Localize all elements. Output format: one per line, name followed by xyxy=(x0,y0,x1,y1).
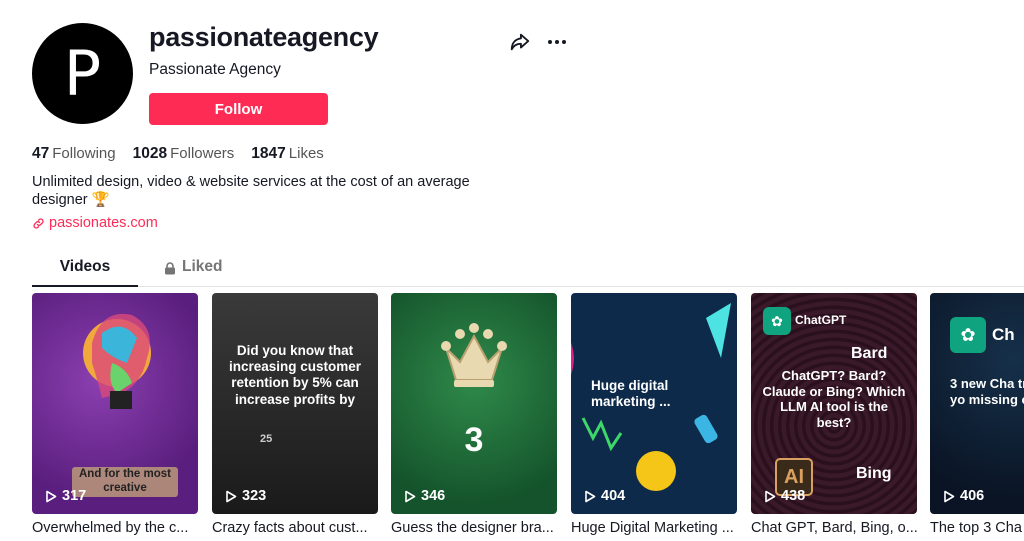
bard-label: Bard xyxy=(851,345,888,362)
profile-nickname: Passionate Agency xyxy=(149,61,281,78)
video-thumbnail[interactable]: And for the most creative 317 xyxy=(32,293,198,514)
profile-tabs: Videos Liked xyxy=(32,258,1024,287)
view-count: 404 xyxy=(584,488,625,504)
more-options-icon[interactable] xyxy=(546,31,568,53)
view-count: 346 xyxy=(404,488,445,504)
play-icon xyxy=(226,490,237,502)
profile-link-text: passionates.com xyxy=(49,215,158,231)
play-icon xyxy=(46,490,57,502)
likes-label: Likes xyxy=(288,145,324,162)
video-card[interactable]: ✿ Ch 3 new Cha tricks yo missing o 406 T… xyxy=(930,293,1024,536)
likes-count: 1847 xyxy=(251,145,286,162)
view-count: 323 xyxy=(225,488,266,504)
tab-liked-label: Liked xyxy=(182,258,223,275)
view-count-value: 346 xyxy=(421,488,446,504)
video-card[interactable]: Huge digital marketing ... 404 Huge Digi… xyxy=(571,293,737,536)
play-icon xyxy=(765,490,776,502)
following-count: 47 xyxy=(32,145,50,162)
avatar-letter: P xyxy=(63,36,102,110)
video-caption[interactable]: Huge Digital Marketing ... xyxy=(571,520,737,536)
profile-link[interactable]: passionates.com xyxy=(32,215,158,231)
chatgpt-label: Ch xyxy=(992,325,1015,344)
play-icon xyxy=(585,490,596,502)
chatgpt-logo-icon: ✿ xyxy=(950,317,986,353)
chatgpt-label: ChatGPT xyxy=(795,313,847,327)
video-caption[interactable]: Chat GPT, Bard, Bing, o... xyxy=(751,520,917,536)
video-overlay-text: Huge digital marketing ... xyxy=(591,378,671,410)
bing-label: Bing xyxy=(856,465,892,482)
video-card[interactable]: 3 346 Guess the designer bra... xyxy=(391,293,557,536)
colorful-head-illustration xyxy=(83,313,151,409)
crown-icon xyxy=(441,323,507,387)
video-caption[interactable]: Crazy facts about cust... xyxy=(212,520,378,536)
view-count-value: 406 xyxy=(960,488,985,504)
profile-avatar: P xyxy=(32,23,133,124)
view-count-value: 323 xyxy=(242,488,267,504)
view-count-value: 404 xyxy=(601,488,626,504)
video-thumbnail[interactable]: Did you know that increasing customer re… xyxy=(212,293,378,514)
video-card[interactable]: And for the most creative 317 Overwhelme… xyxy=(32,293,198,536)
profile-username: passionateagency xyxy=(149,22,379,52)
video-thumbnail[interactable]: ✿ ChatGPT Bard ChatGPT? Bard? Claude or … xyxy=(751,293,917,514)
following-label: Following xyxy=(52,145,116,162)
tab-liked[interactable]: Liked xyxy=(164,258,234,287)
lock-icon xyxy=(165,262,175,275)
video-overlay-text: 3 new Cha tricks yo missing o xyxy=(950,376,1024,407)
following-stat[interactable]: 47 Following xyxy=(32,145,116,163)
video-thumbnail[interactable]: 3 346 xyxy=(391,293,557,514)
chatgpt-logo-icon: ✿ xyxy=(763,307,791,335)
video-card[interactable]: Did you know that increasing customer re… xyxy=(212,293,378,536)
view-count-value: 438 xyxy=(781,488,806,504)
tab-videos-label: Videos xyxy=(59,258,111,275)
video-overlay-text: And for the most creative xyxy=(72,467,178,497)
video-overlay-text: 3 xyxy=(464,421,484,459)
video-overlay-text: ChatGPT? Bard? Claude or Bing? Which LLM… xyxy=(762,368,906,430)
video-caption[interactable]: Overwhelmed by the c... xyxy=(32,520,198,536)
view-count: 406 xyxy=(943,488,984,504)
video-overlay-number: 25 xyxy=(260,433,273,445)
video-card[interactable]: ✿ ChatGPT Bard ChatGPT? Bard? Claude or … xyxy=(751,293,917,536)
video-caption[interactable]: Guess the designer bra... xyxy=(391,520,557,536)
play-icon xyxy=(944,490,955,502)
profile-bio: Unlimited design, video & website servic… xyxy=(32,174,470,208)
video-overlay-text: Did you know that increasing customer re… xyxy=(228,343,362,407)
video-thumbnail[interactable]: Huge digital marketing ... 404 xyxy=(571,293,737,514)
followers-stat[interactable]: 1028 Followers xyxy=(133,145,235,163)
followers-label: Followers xyxy=(170,145,235,162)
profile-stats: 47 Following 1028 Followers 1847 Likes xyxy=(32,145,341,163)
link-icon xyxy=(33,217,44,229)
view-count: 317 xyxy=(45,488,86,504)
video-thumbnail[interactable]: ✿ Ch 3 new Cha tricks yo missing o 406 xyxy=(930,293,1024,514)
likes-stat: 1847 Likes xyxy=(251,145,324,163)
video-caption[interactable]: The top 3 Cha xyxy=(930,520,1024,536)
view-count: 438 xyxy=(764,488,805,504)
tab-videos[interactable]: Videos xyxy=(32,258,138,287)
share-icon[interactable] xyxy=(509,31,531,53)
follow-button[interactable]: Follow xyxy=(149,93,328,125)
view-count-value: 317 xyxy=(62,488,87,504)
followers-count: 1028 xyxy=(132,145,168,162)
play-icon xyxy=(405,490,416,502)
